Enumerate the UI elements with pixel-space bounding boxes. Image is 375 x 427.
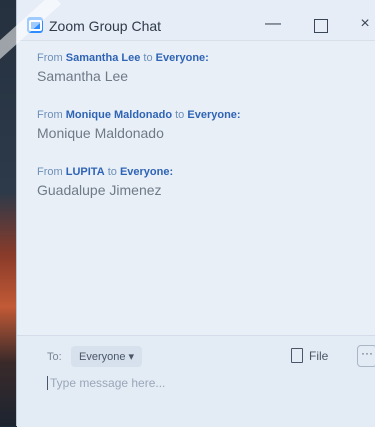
file-label: File <box>309 348 329 363</box>
recipient-name: Everyone: <box>187 109 241 121</box>
from-prefix: From <box>37 109 63 121</box>
message-input[interactable]: Type message here... <box>47 376 165 390</box>
to-prefix: to <box>175 109 185 121</box>
maximize-button[interactable] <box>314 19 328 33</box>
from-prefix: From <box>37 52 63 64</box>
file-button[interactable]: File <box>291 348 328 363</box>
minimize-button[interactable]: — <box>263 15 283 33</box>
sender-name[interactable]: Samantha Lee <box>66 52 141 64</box>
recipient-name: Everyone: <box>119 166 174 178</box>
recipient-name: Everyone: <box>155 52 209 64</box>
more-options-button[interactable]: ··· <box>357 345 375 367</box>
message-meta: From Samantha Lee to Everyone: <box>37 52 209 64</box>
to-prefix: to <box>107 166 117 178</box>
chat-message: From Monique Maldonado to Everyone: Moni… <box>37 109 241 141</box>
from-prefix: From <box>37 166 63 178</box>
message-text: Monique Maldonado <box>37 125 164 141</box>
to-label: To: <box>47 351 62 363</box>
message-text: Guadalupe Jimenez <box>37 182 162 198</box>
zoom-group-chat-window: Zoom Group Chat — × From Samantha Lee to… <box>16 0 375 427</box>
chat-message: From Samantha Lee to Everyone: Samantha … <box>37 52 209 84</box>
close-button[interactable]: × <box>355 15 375 33</box>
message-text: Samantha Lee <box>37 68 129 84</box>
sender-name[interactable]: Monique Maldonado <box>66 109 172 121</box>
message-meta: From LUPITA to Everyone: <box>37 166 173 178</box>
message-meta: From Monique Maldonado to Everyone: <box>37 109 241 121</box>
titlebar: Zoom Group Chat — × <box>17 0 375 41</box>
recipient-select[interactable]: Everyone ▾ <box>71 346 143 367</box>
sender-name[interactable]: LUPITA <box>66 166 105 178</box>
window-title: Zoom Group Chat <box>49 18 162 34</box>
recipient-value: Everyone <box>79 351 126 363</box>
to-prefix: to <box>143 52 153 64</box>
chat-message: From LUPITA to Everyone: Guadalupe Jimen… <box>37 166 173 198</box>
chevron-down-icon: ▾ <box>128 351 135 363</box>
file-icon <box>291 348 303 363</box>
composer: To: Everyone ▾ File ··· Type message her… <box>17 335 375 427</box>
